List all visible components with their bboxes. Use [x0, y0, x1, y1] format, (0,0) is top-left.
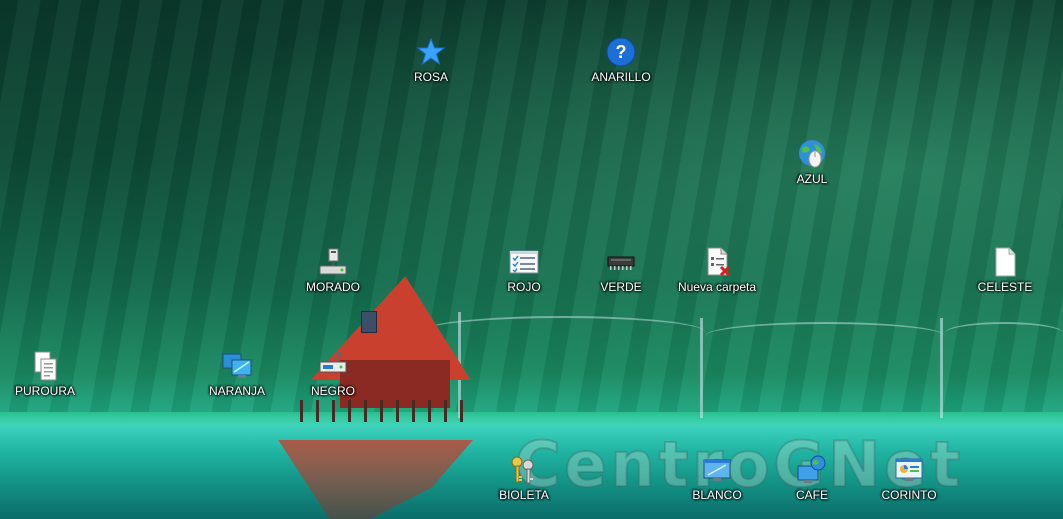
- window-monitor-icon: [701, 454, 733, 486]
- desktop-icon-label: ROJO: [507, 280, 541, 294]
- desktop-icon-label: BLANCO: [692, 488, 742, 502]
- desktop-icon-label: NARANJA: [208, 384, 265, 398]
- computer-globe-icon: [796, 454, 828, 486]
- desktop-icon-bioleta[interactable]: BIOLETA: [479, 454, 569, 519]
- desktop[interactable]: CentroGNet ROSA ? ANARILLO AZUL MORADO R…: [0, 0, 1063, 519]
- desktop-icon-label: NEGRO: [310, 384, 355, 398]
- globe-mouse-icon: [796, 138, 828, 170]
- desktop-icon-label: Nueva carpeta: [677, 280, 757, 294]
- desktop-icon-celeste[interactable]: CELESTE: [960, 246, 1050, 312]
- network-adapter-icon: [317, 350, 349, 382]
- desktop-icon-label: ANARILLO: [591, 70, 651, 84]
- desktop-icon-label: VERDE: [600, 280, 642, 294]
- checklist-window-icon: [508, 246, 540, 278]
- desktop-icon-negro[interactable]: NEGRO: [288, 350, 378, 416]
- desktop-icon-puroura[interactable]: PUROURA: [0, 350, 90, 416]
- network-drive-icon: [317, 246, 349, 278]
- keys-icon: [508, 454, 540, 486]
- desktop-icon-label: CORINTO: [881, 488, 937, 502]
- desktop-icon-label: ROSA: [413, 70, 448, 84]
- multiple-documents-icon: [29, 350, 61, 382]
- desktop-icon-cafe[interactable]: CAFE: [767, 454, 857, 519]
- blank-file-icon: [989, 246, 1021, 278]
- document-error-icon: [701, 246, 733, 278]
- desktop-icon-label: CELESTE: [977, 280, 1033, 294]
- desktop-icon-naranja[interactable]: NARANJA: [192, 350, 282, 416]
- control-panel-icon: [893, 454, 925, 486]
- memory-chip-icon: [605, 246, 637, 278]
- desktop-icon-label: CAFE: [795, 488, 828, 502]
- desktop-icon-rojo[interactable]: ROJO: [479, 246, 569, 312]
- star-icon: [415, 36, 447, 68]
- desktop-icon-label: PUROURA: [14, 384, 75, 398]
- desktop-icon-blanco[interactable]: BLANCO: [672, 454, 762, 519]
- desktop-icon-label: BIOLETA: [499, 488, 549, 502]
- desktop-icon-anarillo[interactable]: ? ANARILLO: [576, 36, 666, 102]
- svg-text:?: ?: [616, 42, 627, 62]
- help-question-icon: ?: [605, 36, 637, 68]
- desktop-icon-label: AZUL: [796, 172, 828, 186]
- desktop-icon-label: MORADO: [306, 280, 360, 294]
- monitors-icon: [221, 350, 253, 382]
- desktop-icon-nueva-carpeta[interactable]: Nueva carpeta: [672, 246, 762, 312]
- desktop-icon-azul[interactable]: AZUL: [767, 138, 857, 204]
- desktop-icon-morado[interactable]: MORADO: [288, 246, 378, 312]
- desktop-icon-rosa[interactable]: ROSA: [386, 36, 476, 102]
- desktop-icon-verde[interactable]: VERDE: [576, 246, 666, 312]
- desktop-icon-corinto[interactable]: CORINTO: [864, 454, 954, 519]
